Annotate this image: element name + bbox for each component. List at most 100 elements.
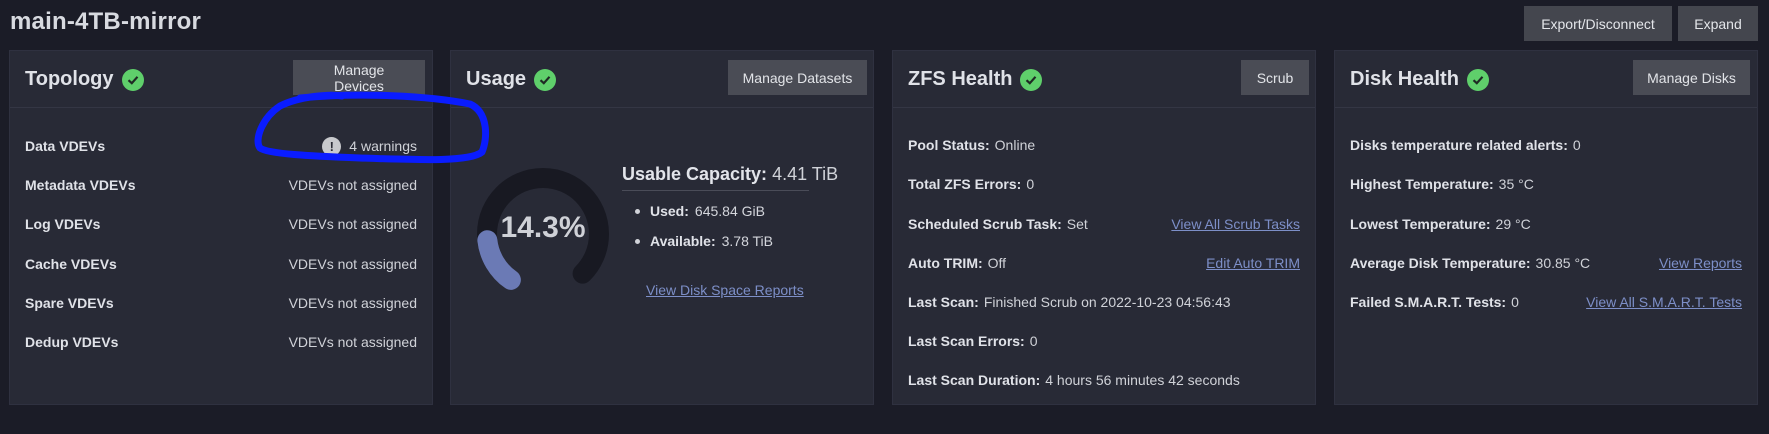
scrub-task-row: Scheduled Scrub Task: Set View All Scrub…	[908, 213, 1300, 235]
row-label: Last Scan Errors:	[908, 333, 1025, 349]
average-temp-row: Average Disk Temperature: 30.85 °C View …	[1350, 252, 1742, 274]
row-label: Metadata VDEVs	[25, 177, 136, 193]
row-label: Log VDEVs	[25, 216, 101, 232]
check-circle-icon	[534, 68, 557, 91]
check-circle-icon	[121, 68, 144, 91]
capacity-value: 4.41 TiB	[772, 164, 839, 184]
disk-title: Disk Health	[1350, 68, 1489, 91]
manage-disks-button[interactable]: Manage Disks	[1633, 60, 1750, 95]
row-label: Highest Temperature:	[1350, 176, 1494, 192]
row-label: Data VDEVs	[25, 138, 106, 154]
zfs-title: ZFS Health	[908, 68, 1043, 91]
manage-devices-button[interactable]: Manage Devices	[293, 60, 425, 95]
scrub-button[interactable]: Scrub	[1241, 60, 1309, 95]
row-label: Last Scan Duration:	[908, 372, 1041, 388]
export-disconnect-button[interactable]: Export/Disconnect	[1524, 6, 1672, 41]
row-value: 35 °C	[1498, 176, 1534, 192]
available-value: 3.78 TiB	[721, 233, 773, 249]
row-value: Off	[987, 255, 1007, 271]
disk-card-header: Disk Health Manage Disks	[1335, 51, 1757, 108]
row-value: 29 °C	[1495, 216, 1531, 232]
row-value: 0	[1572, 137, 1581, 153]
view-all-scrub-tasks-link[interactable]: View All Scrub Tasks	[1171, 216, 1300, 232]
row-label: Auto TRIM:	[908, 255, 983, 271]
pool-status-row: Pool Status: Online	[908, 134, 1300, 156]
view-all-smart-tests-link[interactable]: View All S.M.A.R.T. Tests	[1586, 294, 1742, 310]
temp-alerts-row: Disks temperature related alerts: 0	[1350, 134, 1742, 156]
last-scan-duration-row: Last Scan Duration: 4 hours 56 minutes 4…	[908, 369, 1300, 391]
usage-card: Usage Manage Datasets 14.3% Usable Capac…	[450, 50, 874, 405]
expand-button[interactable]: Expand	[1678, 6, 1758, 41]
row-label: Cache VDEVs	[25, 256, 117, 272]
row-value: VDEVs not assigned	[288, 177, 417, 193]
row-value: VDEVs not assigned	[288, 256, 417, 272]
warning-icon: !	[322, 136, 342, 156]
row-value: VDEVs not assigned	[288, 334, 417, 350]
view-reports-link[interactable]: View Reports	[1659, 255, 1742, 271]
warnings-count: 4 warnings	[349, 138, 417, 154]
row-value: Set	[1066, 216, 1088, 232]
row-label: Last Scan:	[908, 294, 979, 310]
row-label: Spare VDEVs	[25, 295, 114, 311]
row-label: Pool Status:	[908, 137, 990, 153]
check-circle-icon	[1020, 68, 1043, 91]
row-label: Lowest Temperature:	[1350, 216, 1491, 232]
row-value: Online	[994, 137, 1036, 153]
row-label: Failed S.M.A.R.T. Tests:	[1350, 294, 1507, 310]
auto-trim-row: Auto TRIM: Off Edit Auto TRIM	[908, 252, 1300, 274]
row-value: VDEVs not assigned	[288, 295, 417, 311]
zfs-title-text: ZFS Health	[908, 68, 1013, 90]
capacity-label: Usable Capacity:	[622, 164, 768, 184]
row-value: 0	[1029, 333, 1038, 349]
topology-row-cache: Cache VDEVs VDEVs not assigned	[25, 253, 417, 275]
row-label: Scheduled Scrub Task:	[908, 216, 1062, 232]
usage-card-header: Usage Manage Datasets	[451, 51, 873, 108]
last-scan-row: Last Scan: Finished Scrub on 2022-10-23 …	[908, 291, 1300, 313]
zfs-health-card: ZFS Health Scrub Pool Status: Online Tot…	[892, 50, 1316, 405]
used-item: Used: 645.84 GiB	[635, 196, 773, 226]
topology-card-header: Topology Manage Devices	[10, 51, 432, 108]
used-value: 645.84 GiB	[694, 203, 765, 219]
smart-tests-row: Failed S.M.A.R.T. Tests: 0 View All S.M.…	[1350, 291, 1742, 313]
row-value: 4 hours 56 minutes 42 seconds	[1045, 372, 1240, 388]
edit-auto-trim-link[interactable]: Edit Auto TRIM	[1206, 255, 1300, 271]
disk-health-card: Disk Health Manage Disks Disks temperatu…	[1334, 50, 1758, 405]
topology-row-spare: Spare VDEVs VDEVs not assigned	[25, 292, 417, 314]
row-value: 30.85 °C	[1535, 255, 1591, 271]
warnings-indicator[interactable]: ! 4 warnings	[322, 136, 417, 156]
check-circle-icon	[1466, 68, 1489, 91]
highest-temp-row: Highest Temperature: 35 °C	[1350, 173, 1742, 195]
used-label: Used:	[650, 203, 689, 219]
topology-title: Topology	[25, 68, 144, 91]
topology-row-data: Data VDEVs ! 4 warnings	[25, 135, 417, 157]
row-value: 0	[1511, 294, 1519, 310]
lowest-temp-row: Lowest Temperature: 29 °C	[1350, 213, 1742, 235]
topology-row-log: Log VDEVs VDEVs not assigned	[25, 213, 417, 235]
available-label: Available:	[650, 233, 716, 249]
zfs-card-header: ZFS Health Scrub	[893, 51, 1315, 108]
total-errors-row: Total ZFS Errors: 0	[908, 173, 1300, 195]
row-value: Finished Scrub on 2022-10-23 04:56:43	[983, 294, 1231, 310]
row-label: Total ZFS Errors:	[908, 176, 1022, 192]
last-scan-errors-row: Last Scan Errors: 0	[908, 330, 1300, 352]
gauge-fill	[477, 230, 521, 290]
pool-title: main-4TB-mirror	[10, 8, 202, 35]
topology-row-dedup: Dedup VDEVs VDEVs not assigned	[25, 331, 417, 353]
usage-title-text: Usage	[466, 68, 527, 90]
topology-row-metadata: Metadata VDEVs VDEVs not assigned	[25, 174, 417, 196]
usage-title: Usage	[466, 68, 557, 91]
row-value: 0	[1026, 176, 1035, 192]
disk-title-text: Disk Health	[1350, 68, 1459, 90]
row-label: Average Disk Temperature:	[1350, 255, 1531, 271]
topology-card: Topology Manage Devices Data VDEVs ! 4 w…	[9, 50, 433, 405]
topology-title-text: Topology	[25, 68, 114, 90]
row-label: Disks temperature related alerts:	[1350, 137, 1568, 153]
usage-percent: 14.3%	[500, 211, 586, 244]
usable-capacity: Usable Capacity: 4.41 TiB	[622, 164, 838, 191]
row-value: VDEVs not assigned	[288, 216, 417, 232]
manage-datasets-button[interactable]: Manage Datasets	[728, 60, 867, 95]
capacity-list: Used: 645.84 GiB Available: 3.78 TiB	[635, 196, 773, 256]
view-disk-space-reports-link[interactable]: View Disk Space Reports	[646, 282, 804, 298]
row-label: Dedup VDEVs	[25, 334, 119, 350]
available-item: Available: 3.78 TiB	[635, 226, 773, 256]
